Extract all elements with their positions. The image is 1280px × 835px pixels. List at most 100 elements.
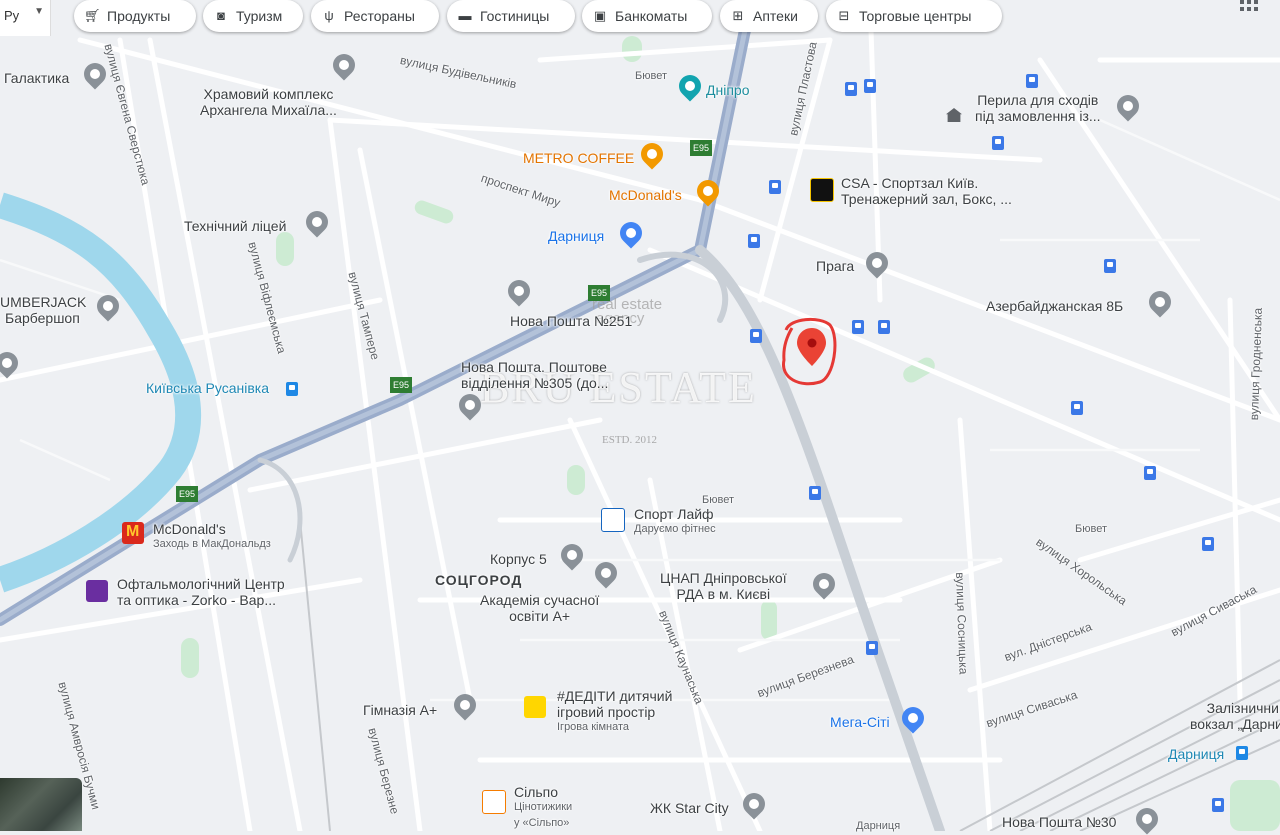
poi-darnytsia-station[interactable]: Дарниця: [1168, 746, 1224, 762]
apps-grid-icon[interactable]: [1240, 0, 1262, 18]
chip-groceries[interactable]: 🛒︎ Продукты: [74, 0, 196, 32]
bus-stop-icon[interactable]: [1104, 259, 1116, 273]
poi-oftalm-line-2: та оптика - Zorko - Вар...: [117, 592, 276, 608]
poi-lumberjack-line-2: Барбершоп: [5, 310, 80, 326]
poi-csa[interactable]: CSA - Спортзал Київ. Тренажерний зал, Бо…: [841, 175, 1012, 207]
sport-life-logo-icon[interactable]: [601, 508, 625, 532]
poi-mcdonalds-left-sub: Заходь в МакДональдз: [153, 538, 271, 550]
pharmacy-icon: ⊞: [732, 8, 744, 23]
e95-shield-bottom: E95: [176, 486, 199, 502]
chip-atms[interactable]: ▣ Банкоматы: [582, 0, 712, 32]
poi-dnipro[interactable]: Дніпро: [706, 82, 749, 98]
poi-silpo-sub-line-2: у «Сільпо»: [514, 817, 570, 829]
poi-byuvet-top: Бювет: [635, 70, 667, 82]
chip-hotels[interactable]: ▬ Гостиницы: [447, 0, 575, 32]
poi-lumberjack[interactable]: UMBERJACK Барбершоп: [0, 294, 86, 326]
target-location-pin[interactable]: [797, 328, 826, 366]
chip-pharmacies[interactable]: ⊞ Аптеки: [720, 0, 818, 32]
bus-stop-icon[interactable]: [1212, 798, 1224, 812]
poi-oftalm[interactable]: Офтальмологічний Центр та оптика - Zorko…: [117, 576, 285, 608]
poi-csa-line-1: CSA - Спортзал Київ.: [841, 175, 979, 191]
train-station-icon[interactable]: [1236, 746, 1248, 760]
dediti-logo-icon[interactable]: [524, 696, 546, 718]
poi-darnytsia[interactable]: Дарниця: [548, 228, 604, 244]
cart-icon: 🛒︎: [84, 8, 101, 23]
bus-stop-icon[interactable]: [864, 79, 876, 93]
poi-cnap-line-2: РДА в м. Києві: [676, 586, 771, 602]
bus-stop-icon[interactable]: [750, 329, 762, 343]
chip-label: Аптеки: [753, 8, 798, 24]
poi-praha[interactable]: Прага: [816, 258, 854, 274]
poi-rusanivka[interactable]: Київська Русанівка: [146, 380, 269, 396]
poi-nova-poshta-251[interactable]: Нова Пошта №251: [510, 313, 632, 329]
chip-label: Рестораны: [344, 8, 415, 24]
category-chips-bar: Ру ▼ 🛒︎ Продукты ◙ Туризм ψ Рестораны ▬ Гост…: [0, 0, 1280, 36]
camera-icon: ◙: [217, 8, 225, 23]
poi-galaktika[interactable]: Галактика: [4, 70, 69, 86]
poi-cnap[interactable]: ЦНАП Дніпровської РДА в м. Києві: [660, 570, 787, 602]
poi-silpo[interactable]: Сільпо: [514, 784, 558, 800]
chip-label: Туризм: [236, 8, 283, 24]
poi-dediti[interactable]: #ДЕДІТИ дитячий ігровий простір: [557, 688, 672, 720]
poi-gymnasium[interactable]: Гімназія А+: [363, 702, 437, 718]
satellite-layer-thumbnail[interactable]: [0, 778, 82, 831]
chip-label: Гостиницы: [480, 8, 550, 24]
bed-icon: ▬: [458, 8, 472, 23]
e95-shield-left: E95: [390, 377, 413, 393]
bus-stop-icon[interactable]: [878, 320, 890, 334]
poi-np305-line-2: відділення №305 (до...: [461, 375, 609, 391]
chip-shopping-centers[interactable]: ⊟ Торговые центры: [826, 0, 1002, 32]
chip-label: Банкоматы: [615, 8, 688, 24]
poi-korpus5[interactable]: Корпус 5: [490, 551, 547, 567]
poi-azerb[interactable]: Азербайджанская 8Б: [986, 298, 1123, 314]
poi-vokzal[interactable]: Залізничний вокзал „Дарниця": [1190, 700, 1280, 732]
poi-nova-poshta-305[interactable]: Нова Пошта. Поштове відділення №305 (до.…: [461, 359, 608, 391]
poi-church[interactable]: Храмовий комплекс Архангела Михаїла...: [200, 86, 337, 118]
chip-restaurants[interactable]: ψ Рестораны: [311, 0, 439, 32]
language-selector[interactable]: Ру ▼: [0, 0, 51, 36]
chip-tourism[interactable]: ◙ Туризм: [203, 0, 303, 32]
poi-sport-life[interactable]: Спорт Лайф: [634, 506, 714, 522]
poi-academy[interactable]: Академія сучасної освіти А+: [480, 592, 599, 624]
poi-dediti-line-1: #ДЕДІТИ дитячий: [557, 688, 673, 704]
poi-church-line-2: Архангела Михаїла...: [200, 102, 337, 118]
poi-perila[interactable]: Перила для сходів під замовлення із...: [975, 92, 1101, 124]
bus-stop-icon[interactable]: [1026, 74, 1038, 88]
poi-oftalm-line-1: Офтальмологічний Центр: [117, 576, 285, 592]
poi-dediti-line-2: ігровий простір: [557, 704, 656, 720]
poi-cnap-line-1: ЦНАП Дніпровської: [660, 570, 787, 586]
zorko-logo-icon[interactable]: [86, 580, 108, 602]
bus-stop-icon[interactable]: [852, 320, 864, 334]
chip-label: Торговые центры: [859, 8, 972, 24]
bus-stop-icon[interactable]: [1202, 537, 1214, 551]
poi-star-city[interactable]: ЖК Star City: [650, 800, 729, 816]
poi-mcdonalds-left[interactable]: McDonald's: [153, 521, 226, 537]
poi-darnytsia-bottom: Дарниця: [856, 820, 901, 832]
atm-icon: ▣: [593, 8, 607, 23]
train-station-icon[interactable]: [286, 382, 298, 396]
bus-stop-icon[interactable]: [748, 234, 760, 248]
bus-stop-icon[interactable]: [769, 180, 781, 194]
poi-megacity[interactable]: Мега-Сіті: [830, 714, 890, 730]
bus-stop-icon[interactable]: [809, 486, 821, 500]
e95-shield-top: E95: [690, 140, 713, 156]
poi-metro-coffee[interactable]: METRO COFFEE: [523, 150, 634, 166]
poi-academy-line-1: Академія сучасної: [480, 592, 600, 608]
poi-church-line-1: Храмовий комплекс: [203, 86, 334, 102]
bus-stop-icon[interactable]: [845, 82, 857, 96]
poi-sport-life-sub: Даруємо фітнес: [634, 523, 716, 535]
poi-tech-lyceum[interactable]: Технічний ліцей: [184, 218, 286, 234]
csa-logo-icon[interactable]: [810, 178, 834, 202]
poi-silpo-sub-line-1: Цінотижики: [514, 801, 573, 813]
bus-stop-icon[interactable]: [1071, 401, 1083, 415]
poi-dediti-sub: Ігрова кімната: [557, 721, 629, 733]
bus-stop-icon[interactable]: [1144, 466, 1156, 480]
poi-np305-line-1: Нова Пошта. Поштове: [461, 359, 607, 375]
poi-nova-poshta-30[interactable]: Нова Пошта №30: [1002, 814, 1116, 830]
silpo-logo-icon[interactable]: [482, 790, 506, 814]
neighborhood-sotsgorod: СОЦГОРОД: [435, 572, 523, 588]
poi-mcdonalds-top[interactable]: McDonald's: [609, 187, 682, 203]
mcdonalds-logo-icon[interactable]: M: [122, 522, 144, 544]
bus-stop-icon[interactable]: [992, 136, 1004, 150]
bus-stop-icon[interactable]: [866, 641, 878, 655]
